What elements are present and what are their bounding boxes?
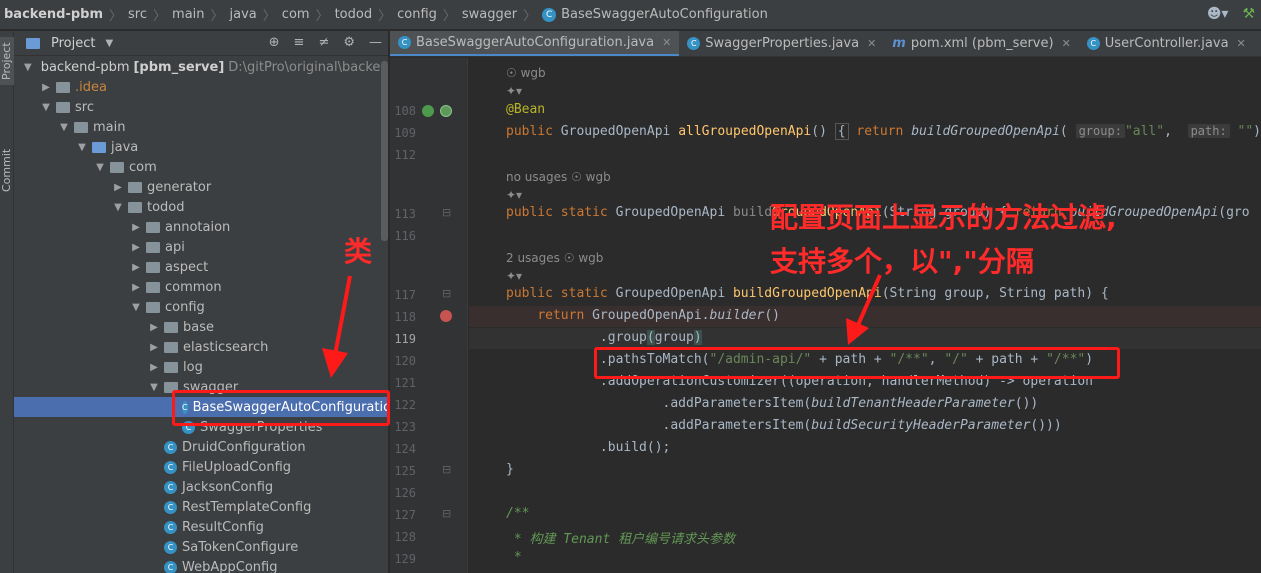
arrow-to-paths [846, 274, 882, 345]
arrow-to-class [322, 275, 352, 378]
annotation-arrows [322, 274, 882, 378]
